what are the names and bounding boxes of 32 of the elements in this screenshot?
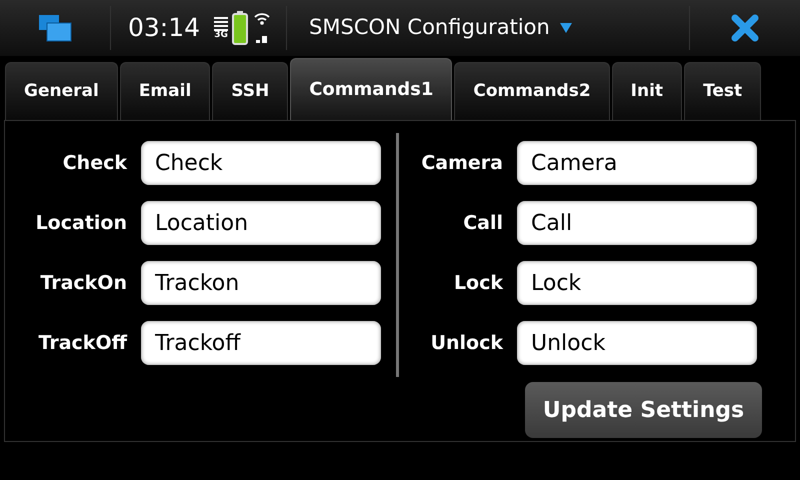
field-label: Camera — [420, 150, 503, 176]
input-field[interactable]: Unlock — [517, 321, 757, 365]
input-field[interactable]: Lock — [517, 261, 757, 305]
app-switcher-icon[interactable] — [38, 14, 72, 42]
field-label: Check — [62, 150, 127, 176]
tab[interactable]: Commands2 — [454, 62, 610, 120]
field-label: Location — [34, 210, 127, 236]
input-field[interactable]: Trackoff — [141, 321, 381, 365]
input-field[interactable]: Call — [517, 201, 757, 245]
field-label: Call — [462, 210, 503, 236]
tab[interactable]: Commands1 — [290, 58, 452, 120]
update-settings-button[interactable]: Update Settings — [525, 382, 762, 438]
tab[interactable]: Init — [612, 62, 682, 120]
battery-icon — [232, 11, 248, 45]
clock: 03:14 — [128, 12, 200, 44]
tab[interactable]: General — [5, 62, 118, 120]
signal-bars-icon — [214, 16, 228, 30]
field-label: TrackOff — [37, 330, 127, 356]
window-title-menu[interactable]: SMSCON Configuration — [309, 12, 572, 44]
field-label: Unlock — [430, 330, 503, 356]
field-label: TrackOn — [39, 270, 127, 296]
input-field[interactable]: Check — [141, 141, 381, 185]
caret-icon — [560, 23, 572, 33]
field-label: Lock — [452, 270, 503, 296]
tab[interactable]: SSH — [212, 62, 288, 120]
tab[interactable]: Email — [120, 62, 210, 120]
close-icon[interactable] — [731, 14, 759, 42]
input-field[interactable]: Location — [141, 201, 381, 245]
input-field[interactable]: Trackon — [141, 261, 381, 305]
wifi-icon — [254, 11, 270, 45]
tab[interactable]: Test — [684, 62, 762, 120]
input-field[interactable]: Camera — [517, 141, 757, 185]
